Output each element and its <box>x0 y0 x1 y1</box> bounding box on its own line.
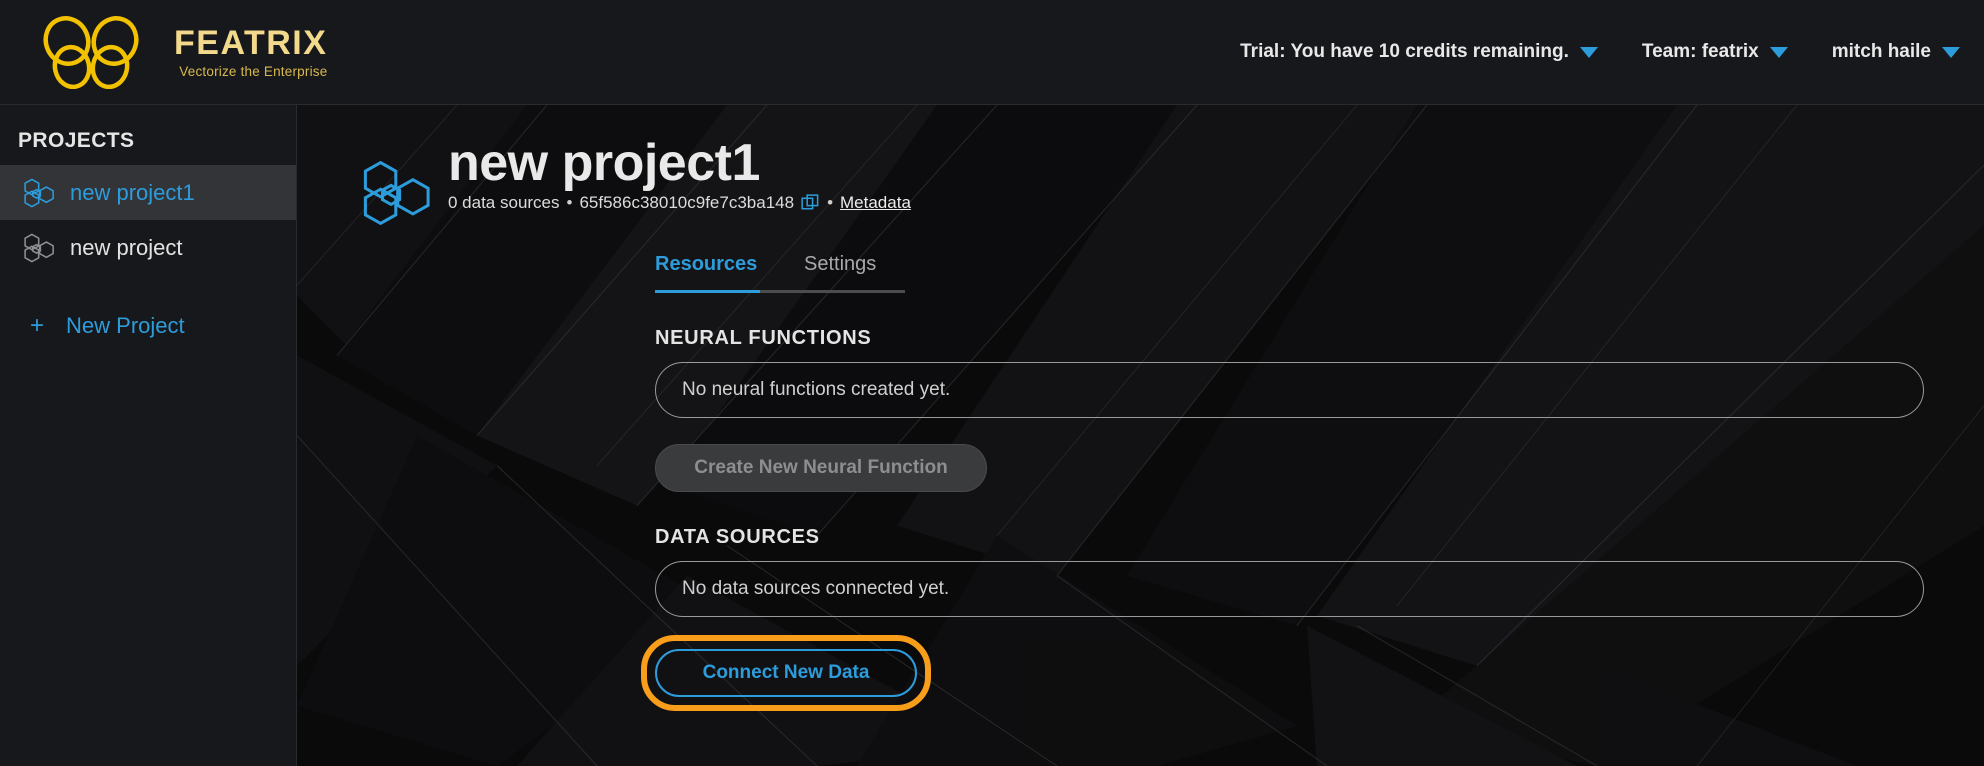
project-header: new project1 0 data sources • 65f586c380… <box>297 135 1984 231</box>
chevron-down-icon <box>1579 46 1598 58</box>
tab-bar: Resources Settings <box>297 253 905 290</box>
sidebar-item-new-project[interactable]: new project <box>0 220 296 275</box>
neural-functions-section: NEURAL FUNCTIONS No neural functions cre… <box>297 327 1984 492</box>
neural-functions-heading: NEURAL FUNCTIONS <box>655 327 872 349</box>
top-header-bar: FEATRIX Vectorize the Enterprise Trial: … <box>0 0 1984 105</box>
sidebar-item-label: new project1 <box>70 179 195 205</box>
new-project-label: New Project <box>66 313 185 338</box>
metadata-link[interactable]: Metadata <box>840 193 911 213</box>
highlight-annotation-ring: Connect New Data <box>641 635 931 711</box>
hexagon-cluster-icon <box>363 160 430 226</box>
tab-settings[interactable]: Settings <box>804 253 876 290</box>
top-header-actions: Trial: You have 10 credits remaining. Te… <box>1240 41 1984 63</box>
project-meta: 0 data sources • 65f586c38010c9fe7c3ba14… <box>448 193 911 213</box>
connect-new-data-button[interactable]: Connect New Data <box>655 649 917 697</box>
new-project-button[interactable]: + New Project <box>0 313 296 339</box>
user-label: mitch haile <box>1831 41 1931 62</box>
neural-functions-empty-message: No neural functions created yet. <box>682 379 951 400</box>
user-account-menu[interactable]: mitch haile <box>1832 41 1960 63</box>
neural-functions-empty-box: No neural functions created yet. <box>655 362 1924 418</box>
sidebar: PROJECTS new project1 new project + New … <box>0 105 297 766</box>
brand-logo-area[interactable]: FEATRIX Vectorize the Enterprise <box>0 15 327 89</box>
project-id: 65f586c38010c9fe7c3ba148 <box>579 193 795 213</box>
sidebar-item-label: new project <box>70 234 183 260</box>
plus-icon: + <box>30 312 45 339</box>
data-sources-section: DATA SOURCES No data sources connected y… <box>297 526 1984 617</box>
team-label: Team: featrix <box>1641 41 1759 62</box>
copy-icon[interactable] <box>801 194 820 213</box>
hexagon-cluster-icon <box>24 178 54 207</box>
meta-separator: • <box>827 193 834 213</box>
data-sources-count: 0 data sources <box>448 193 560 213</box>
page-title: new project1 <box>448 134 760 192</box>
data-sources-empty-message: No data sources connected yet. <box>682 578 950 599</box>
body-region: PROJECTS new project1 new project + New … <box>0 105 1984 766</box>
team-menu[interactable]: Team: featrix <box>1642 41 1788 63</box>
connect-new-data-wrapper: Connect New Data <box>297 617 1984 711</box>
chevron-down-icon <box>1942 46 1960 58</box>
main-inner: new project1 0 data sources • 65f586c380… <box>297 105 1984 766</box>
meta-separator: • <box>566 193 573 213</box>
trial-credits-menu[interactable]: Trial: You have 10 credits remaining. <box>1240 41 1598 63</box>
data-sources-empty-box: No data sources connected yet. <box>655 561 1924 617</box>
trial-credits-label: Trial: You have 10 credits remaining. <box>1240 41 1569 62</box>
sidebar-section-title: PROJECTS <box>18 129 135 152</box>
hexagon-cluster-icon <box>24 233 54 262</box>
tab-underline-track <box>655 290 905 293</box>
main-content: new project1 0 data sources • 65f586c380… <box>297 105 1984 766</box>
brand-name: FEATRIX <box>174 23 328 62</box>
tab-active-indicator <box>655 290 760 293</box>
butterfly-logo-icon <box>43 16 139 89</box>
sidebar-item-new-project1[interactable]: new project1 <box>0 165 296 220</box>
brand-tagline: Vectorize the Enterprise <box>179 63 328 79</box>
chevron-down-icon <box>1769 46 1788 58</box>
tab-resources[interactable]: Resources <box>655 253 760 290</box>
app-root: FEATRIX Vectorize the Enterprise Trial: … <box>0 0 1984 766</box>
data-sources-heading: DATA SOURCES <box>655 526 820 548</box>
create-new-neural-function-button[interactable]: Create New Neural Function <box>655 444 987 492</box>
